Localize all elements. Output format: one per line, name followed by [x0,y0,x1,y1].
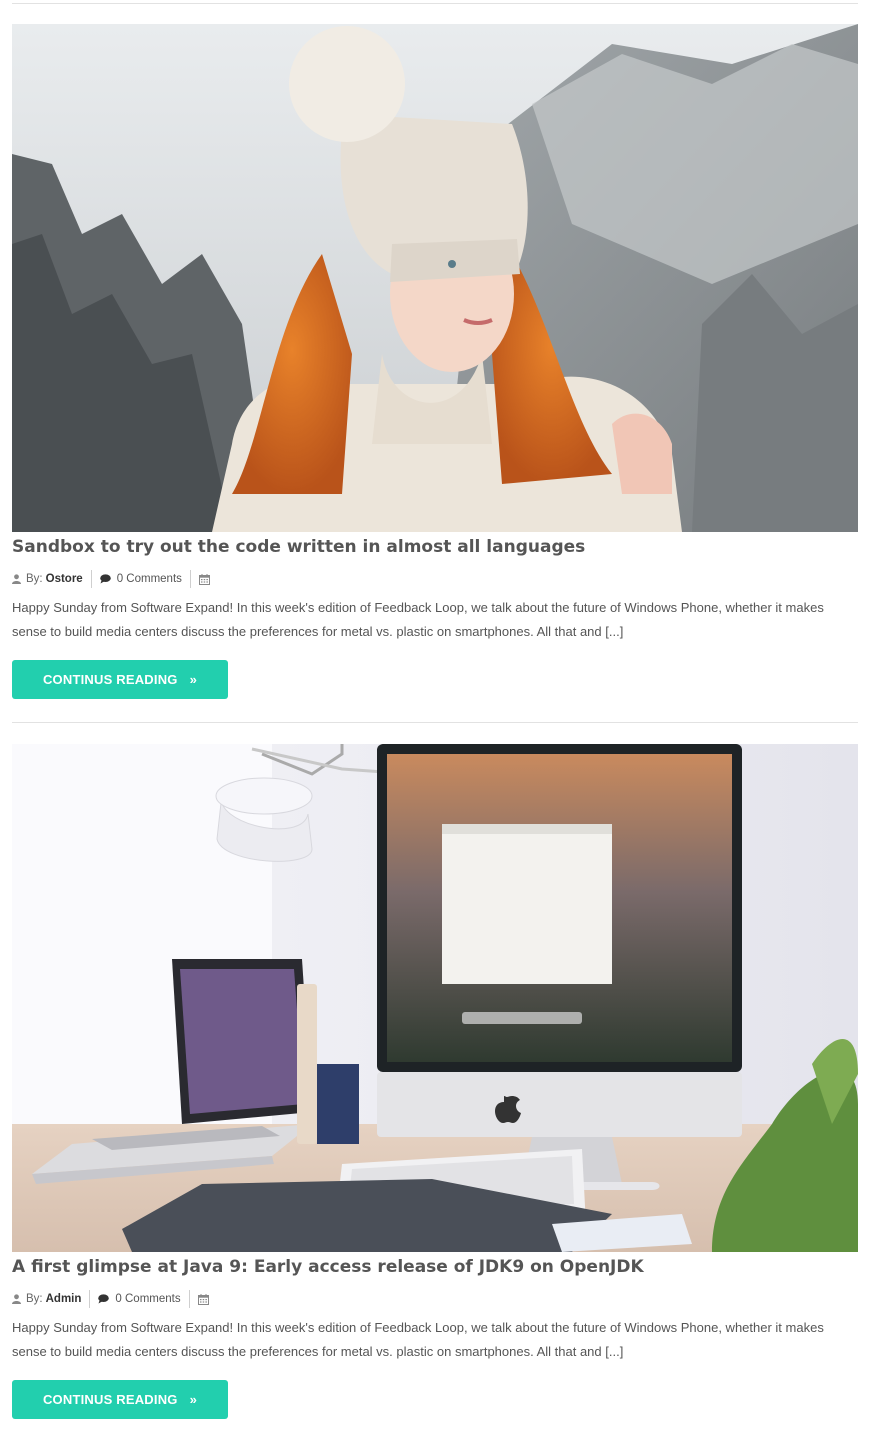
continue-reading-label: CONTINUS READING [42,672,178,687]
user-icon [12,1294,21,1304]
author-link[interactable]: Ostore [46,573,83,585]
post-meta: By: Ostore 0 Comments [12,570,858,588]
continue-reading-button[interactable]: CONTINUS READING » [12,660,228,699]
continue-reading-button[interactable]: CONTINUS READING » [12,1380,228,1419]
post-author: By: Admin [12,1290,91,1308]
author-link[interactable]: Admin [46,1293,82,1305]
post-featured-image[interactable] [12,744,858,1252]
post-comments: 0 Comments [99,570,191,588]
calendar-icon [197,1293,209,1305]
post-title[interactable]: Sandbox to try out the code written in a… [12,532,858,557]
post-date [197,1290,209,1308]
post-author: By: Ostore [12,570,92,588]
blog-post: Sandbox to try out the code written in a… [12,24,858,723]
user-icon [12,574,21,584]
post-divider [12,722,858,723]
author-prefix: By: [26,1293,43,1305]
post-meta: By: Admin 0 Comments [12,1290,858,1308]
post-featured-image[interactable] [12,24,858,532]
double-chevron-right-icon: » [189,1392,198,1407]
post-title[interactable]: A first glimpse at Java 9: Early access … [12,1252,858,1277]
comments-link[interactable]: 0 Comments [117,573,182,585]
continue-reading-label: CONTINUS READING [42,1392,178,1407]
comment-icon [99,574,111,584]
double-chevron-right-icon: » [189,672,198,687]
post-excerpt: Happy Sunday from Software Expand! In th… [12,600,824,639]
post-date [198,570,210,588]
post-comments: 0 Comments [98,1290,190,1308]
author-prefix: By: [26,573,43,585]
calendar-icon [198,573,210,585]
post-excerpt: Happy Sunday from Software Expand! In th… [12,1320,824,1359]
blog-post: A first glimpse at Java 9: Early access … [12,744,858,1419]
comments-link[interactable]: 0 Comments [115,1293,180,1305]
top-divider [12,3,858,4]
comment-icon [98,1294,110,1304]
